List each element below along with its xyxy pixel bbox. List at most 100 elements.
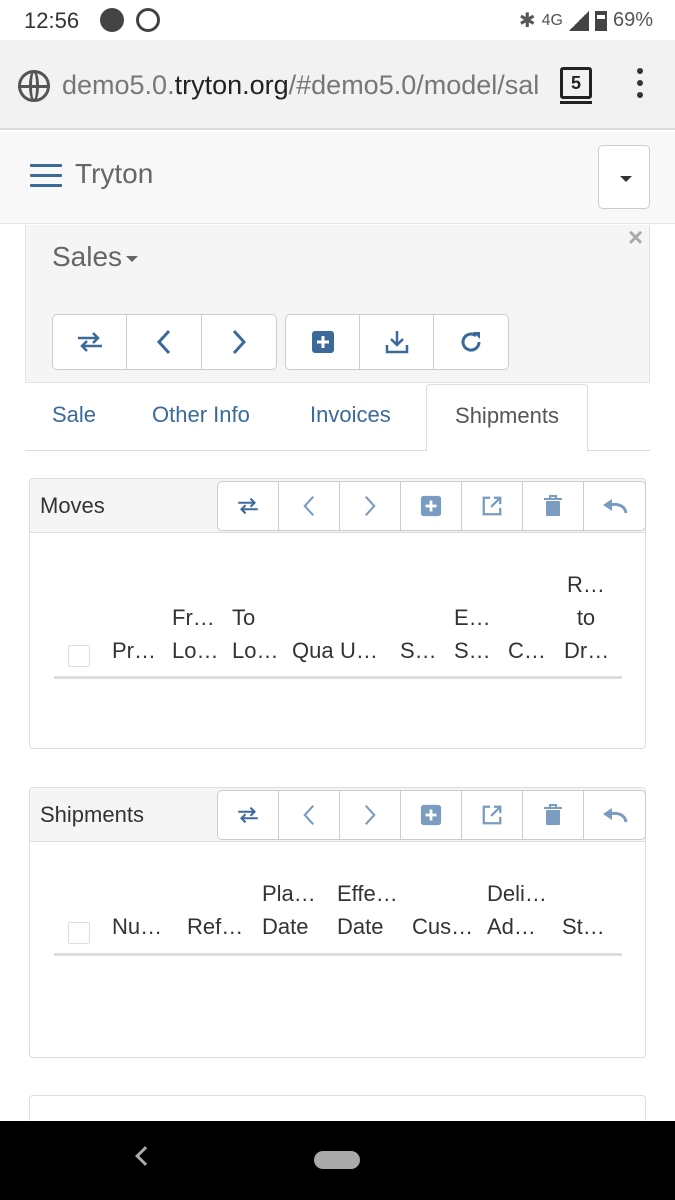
shipments-col-state[interactable]: St… [562,910,605,943]
moves-select-all-checkbox[interactable] [68,645,90,667]
shipments-undo-button[interactable] [584,791,645,839]
switch-arrows-icon [238,806,258,824]
new-record-button[interactable] [286,315,360,369]
moves-col-effective-date[interactable]: E… S… [454,601,491,667]
shipments-open-button[interactable] [462,791,523,839]
shipments-col-customer[interactable]: Cus… [412,910,473,943]
moves-open-button[interactable] [462,482,523,530]
chevron-left-icon [303,804,315,826]
plus-square-icon [420,804,442,826]
previous-record-button[interactable] [127,315,202,369]
trash-icon [544,495,562,516]
undo-icon [602,499,627,514]
shipments-next-button[interactable] [340,791,401,839]
sales-nav-toolbar [52,314,277,370]
shipments-delete-button[interactable] [523,791,584,839]
shipments-col-planned-date[interactable]: Pla… Date [262,877,316,943]
shipments-col-reference[interactable]: Ref… [187,910,243,943]
shipments-header: Shipments [30,788,646,842]
moves-previous-button[interactable] [279,482,340,530]
sales-action-toolbar [285,314,509,370]
external-link-icon [482,805,502,825]
moves-next-button[interactable] [340,482,401,530]
shipments-card: Shipments Nu… Ref… Pla… Date Effe… Date Cu… [29,787,646,1058]
chevron-left-icon [303,495,315,517]
shipments-grid-header: Nu… Ref… Pla… Date Effe… Date Cus… Deli… Ad… [54,848,622,956]
moves-title: Moves [40,493,105,518]
battery-icon [594,10,607,31]
url-field[interactable]: demo5.0.tryton.org/#demo5.0/model/sal [62,70,542,101]
moves-col-quantity[interactable]: Qua [292,634,334,667]
moves-new-button[interactable] [401,482,462,530]
shipments-toolbar [217,790,646,840]
spotify-icon [100,8,124,32]
tab-shipments[interactable]: Shipments [426,384,588,452]
moves-col-cost[interactable]: C… [508,634,546,667]
shipments-title: Shipments [40,802,144,827]
shipments-select-all-checkbox[interactable] [68,922,90,944]
shipments-col-delivery-address[interactable]: Deli… Ad… [487,877,547,943]
sales-panel: Sales [25,225,650,383]
sales-title-label: Sales [52,241,123,272]
globe-icon [18,70,50,102]
shipments-previous-button[interactable] [279,791,340,839]
network-type: 4G [541,11,563,29]
hamburger-menu-icon[interactable] [30,164,62,188]
form-tabs: Sale Other Info Invoices Shipments [25,384,650,452]
signal-icon [568,10,589,31]
moves-header: Moves [30,479,646,533]
chevron-right-icon [232,329,247,355]
status-bar: 12:56 ✱ 4G 69% [0,0,675,40]
browser-url-bar: demo5.0.tryton.org/#demo5.0/model/sal 5 [0,40,675,130]
chevron-right-icon [364,495,376,517]
moves-undo-button[interactable] [584,482,645,530]
tab-other-info[interactable]: Other Info [152,384,250,451]
next-record-button[interactable] [202,315,276,369]
status-time: 12:56 [24,8,80,33]
moves-card: Moves Pr… Fr… Lo… To Lo… Qua U… S… E… S… C…… [29,478,646,749]
plus-square-icon [420,495,442,517]
app-brand[interactable]: Tryton [75,158,153,190]
shipments-switch-view-button[interactable] [218,791,279,839]
external-link-icon [482,496,502,516]
moves-grid-header: Pr… Fr… Lo… To Lo… Qua U… S… E… S… C… R… to D… [54,539,622,679]
chevron-right-icon [364,804,376,826]
tab-invoices[interactable]: Invoices [310,384,391,451]
home-pill-icon[interactable] [314,1151,360,1169]
shipments-col-effective-date[interactable]: Effe… Date [337,877,398,943]
undo-icon [602,808,627,823]
chevron-left-icon [156,329,171,355]
moves-col-ready-to-drop[interactable]: R… to Dr… [564,568,609,667]
tab-sale[interactable]: Sale [52,384,96,451]
moves-delete-button[interactable] [523,482,584,530]
switch-view-button[interactable] [53,315,127,369]
system-nav-bar [0,1121,675,1200]
moves-col-to-location[interactable]: To Lo… [232,601,278,667]
moves-switch-view-button[interactable] [218,482,279,530]
tab-switcher-button[interactable]: 5 [560,67,592,104]
battery-level: 69% [612,9,653,31]
moves-col-from-location[interactable]: Fr… Lo… [172,601,218,667]
browser-menu-icon[interactable] [632,68,648,104]
bluetooth-icon: ✱ [518,10,536,32]
url-prefix: demo5.0. [62,70,175,100]
shipments-new-button[interactable] [401,791,462,839]
whatsapp-icon [136,8,160,32]
reload-button[interactable] [434,315,508,369]
moves-col-state[interactable]: S… [400,634,437,667]
moves-col-unit[interactable]: U… [340,634,378,667]
close-tab-icon[interactable]: × [628,222,643,253]
user-menu-dropdown[interactable] [598,145,650,209]
switch-arrows-icon [77,332,102,352]
url-path: /#demo5.0/model/sal [288,70,540,100]
switch-arrows-icon [238,497,258,515]
refresh-icon [461,332,481,352]
moves-toolbar [217,481,646,531]
back-icon[interactable] [135,1146,155,1166]
moves-col-product[interactable]: Pr… [112,634,156,667]
shipments-col-number[interactable]: Nu… [112,910,162,943]
export-button[interactable] [360,315,434,369]
app-header: Tryton [0,132,675,224]
trash-icon [544,804,562,825]
sales-title-dropdown[interactable]: Sales [52,241,139,273]
